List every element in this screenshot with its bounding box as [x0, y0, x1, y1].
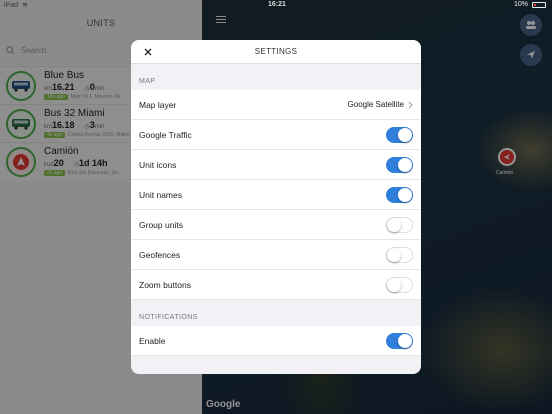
status-bar: iPad ≋ 16:21 10% [0, 0, 552, 12]
map-layer-label: Map layer [139, 99, 177, 110]
setting-label: Unit names [139, 189, 182, 200]
setting-label: Zoom buttons [139, 279, 191, 290]
chevron-right-icon [408, 101, 413, 108]
setting-row-unit-names: Unit names [131, 180, 421, 210]
setting-row-enable: Enable [131, 326, 421, 356]
setting-label: Enable [139, 335, 166, 346]
settings-modal: SETTINGS MAP Map layer Google Satellite … [131, 40, 421, 374]
clock: 16:21 [268, 1, 286, 8]
unit-icons-toggle[interactable] [386, 156, 413, 173]
setting-label: Google Traffic [139, 129, 192, 140]
setting-row-zoom-buttons: Zoom buttons [131, 270, 421, 300]
map-layer-row[interactable]: Map layer Google Satellite [131, 90, 421, 120]
setting-row-group-units: Group units [131, 210, 421, 240]
setting-row-geofences: Geofences [131, 240, 421, 270]
group-units-toggle[interactable] [386, 216, 413, 233]
section-header-notifications: NOTIFICATIONS [139, 314, 198, 321]
battery-percent: 10% [513, 1, 528, 8]
battery-icon [532, 1, 546, 8]
setting-row-unit-icons: Unit icons [131, 150, 421, 180]
geofences-toggle[interactable] [386, 246, 413, 263]
notifications-enable-toggle[interactable] [386, 332, 413, 349]
zoom-buttons-toggle[interactable] [386, 276, 413, 293]
setting-label: Group units [139, 219, 183, 230]
unit-names-toggle[interactable] [386, 186, 413, 203]
device-label: iPad [4, 1, 19, 9]
setting-row-google-traffic: Google Traffic [131, 120, 421, 150]
google-traffic-toggle[interactable] [386, 126, 413, 143]
wifi-icon: ≋ [22, 2, 28, 9]
setting-label: Unit icons [139, 159, 177, 170]
section-header-map: MAP [139, 78, 156, 85]
map-layer-value: Google Satellite [347, 100, 404, 109]
setting-label: Geofences [139, 249, 181, 260]
modal-title: SETTINGS [254, 47, 298, 56]
